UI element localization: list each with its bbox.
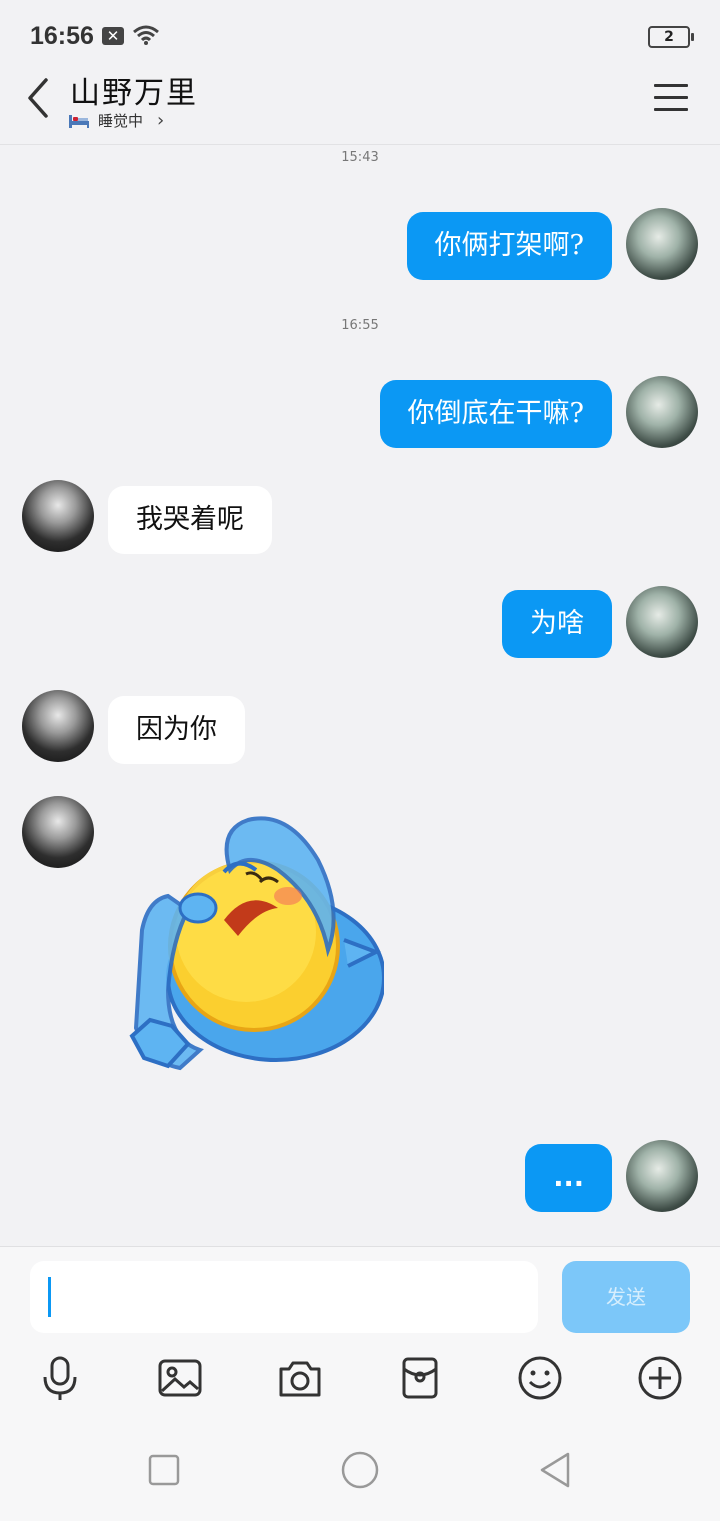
contact-status[interactable]: 睡觉中 › — [68, 110, 164, 131]
chevron-right-icon: › — [157, 110, 165, 131]
chat-header: 山野万里 睡觉中 › — [0, 58, 720, 145]
back-icon[interactable] — [24, 76, 54, 120]
contact-avatar[interactable] — [22, 480, 94, 552]
message-timestamp: 16:55 — [341, 318, 379, 333]
crying-emoji-sticker[interactable] — [128, 800, 384, 1076]
message-bubble-outgoing[interactable]: 为啥 — [502, 590, 612, 658]
message-bubble-outgoing[interactable]: 你俩打架啊? — [406, 212, 612, 280]
self-avatar[interactable] — [626, 586, 698, 658]
system-navbar — [0, 1420, 720, 1520]
image-icon[interactable] — [157, 1355, 203, 1401]
red-packet-icon[interactable] — [397, 1355, 443, 1401]
text-cursor — [48, 1277, 51, 1317]
message-bubble-outgoing[interactable]: 你倒底在干嘛? — [379, 380, 612, 448]
camera-icon[interactable] — [277, 1355, 323, 1401]
menu-icon[interactable] — [654, 84, 688, 112]
self-avatar[interactable] — [626, 208, 698, 280]
emoji-icon[interactable] — [517, 1355, 563, 1401]
battery-icon: 2 — [648, 26, 694, 48]
contact-avatar[interactable] — [22, 690, 94, 762]
message-bubble-incoming[interactable]: 因为你 — [108, 696, 245, 764]
message-bubble-incoming[interactable]: 我哭着呢 — [108, 486, 272, 554]
notification-x-icon: ✕ — [102, 27, 124, 45]
bed-icon — [69, 114, 89, 128]
microphone-icon[interactable] — [37, 1355, 83, 1401]
message-input[interactable] — [30, 1261, 538, 1333]
plus-icon[interactable] — [637, 1355, 683, 1401]
nav-back-icon[interactable] — [536, 1450, 576, 1490]
contact-avatar[interactable] — [22, 796, 94, 868]
message-bubble-outgoing[interactable]: ... — [525, 1144, 612, 1212]
wifi-icon — [133, 25, 159, 45]
self-avatar[interactable] — [626, 376, 698, 448]
recent-apps-icon[interactable] — [144, 1450, 184, 1490]
contact-name[interactable]: 山野万里 — [70, 68, 198, 112]
contact-status-label: 睡觉中 — [98, 112, 144, 130]
self-avatar[interactable] — [626, 1140, 698, 1212]
send-button[interactable]: 发送 — [562, 1261, 690, 1333]
status-time: 16:56 — [30, 22, 94, 50]
home-icon[interactable] — [340, 1450, 380, 1490]
message-timestamp: 15:43 — [341, 150, 379, 165]
